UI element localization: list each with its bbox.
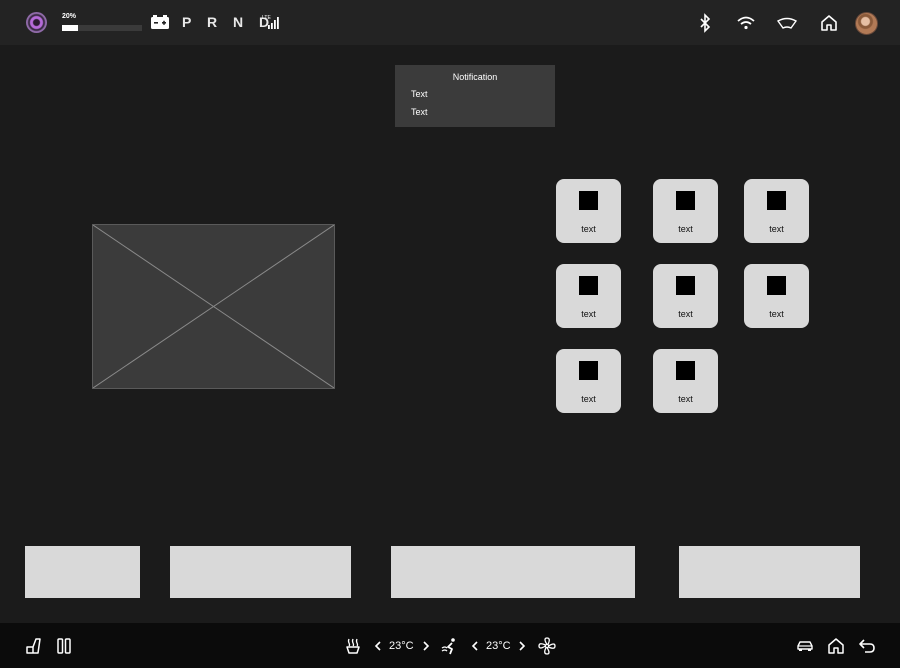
battery-icon [151,15,169,29]
wifi-icon[interactable] [735,12,757,34]
app-tile[interactable]: text [653,264,718,328]
battery-level-bar [62,25,142,31]
tile-icon [579,276,598,295]
car-icon[interactable] [795,636,815,656]
heated-seat-icon[interactable] [343,636,363,656]
passenger-temperature: 23°C [486,640,511,652]
avatar[interactable] [855,12,878,35]
tile-label: text [581,309,596,319]
widget-card[interactable] [25,546,140,598]
notification-title: Notification [452,72,498,82]
tile-label: text [678,309,693,319]
app-tile[interactable]: text [653,349,718,413]
app-tile[interactable]: text [556,179,621,243]
app-tile[interactable]: text [556,264,621,328]
tile-icon [676,361,695,380]
tile-label: text [678,394,693,404]
home-icon[interactable] [818,12,840,34]
tile-icon [767,276,786,295]
notification-line: Text [411,107,428,117]
tile-label: text [769,224,784,234]
driver-temperature: 23°C [389,640,414,652]
signal-icon: LTE [262,15,279,29]
image-placeholder [92,224,335,389]
app-tile[interactable]: text [556,349,621,413]
chevron-right-icon[interactable] [420,636,432,656]
tile-icon [767,191,786,210]
battery-level-fill [62,25,78,31]
tile-icon [579,361,598,380]
chevron-right-icon[interactable] [516,636,528,656]
seat-icon[interactable] [24,636,44,656]
airflow-icon[interactable] [440,636,460,656]
tile-label: text [769,309,784,319]
app-tile[interactable]: text [653,179,718,243]
widget-card[interactable] [170,546,351,598]
top-status-bar [0,0,900,45]
home-icon[interactable] [826,636,846,656]
signal-label: LTE [262,15,271,21]
tile-icon [676,191,695,210]
battery-percent: 20% [62,13,77,20]
back-icon[interactable] [857,636,877,656]
split-view-icon[interactable] [54,636,74,656]
widget-card[interactable] [391,546,635,598]
app-tile[interactable]: text [744,264,809,328]
bluetooth-icon[interactable] [694,12,716,34]
windshield-icon[interactable] [776,12,798,34]
chevron-left-icon[interactable] [372,636,384,656]
notification-line: Text [411,89,428,99]
tile-label: text [678,224,693,234]
app-tile[interactable]: text [744,179,809,243]
app-logo-icon[interactable] [26,12,47,33]
notification-panel[interactable]: Notification Text Text [395,65,555,127]
tile-icon [579,191,598,210]
tile-icon [676,276,695,295]
widget-card[interactable] [679,546,860,598]
fan-icon[interactable] [537,636,557,656]
tile-label: text [581,394,596,404]
chevron-left-icon[interactable] [469,636,481,656]
tile-label: text [581,224,596,234]
